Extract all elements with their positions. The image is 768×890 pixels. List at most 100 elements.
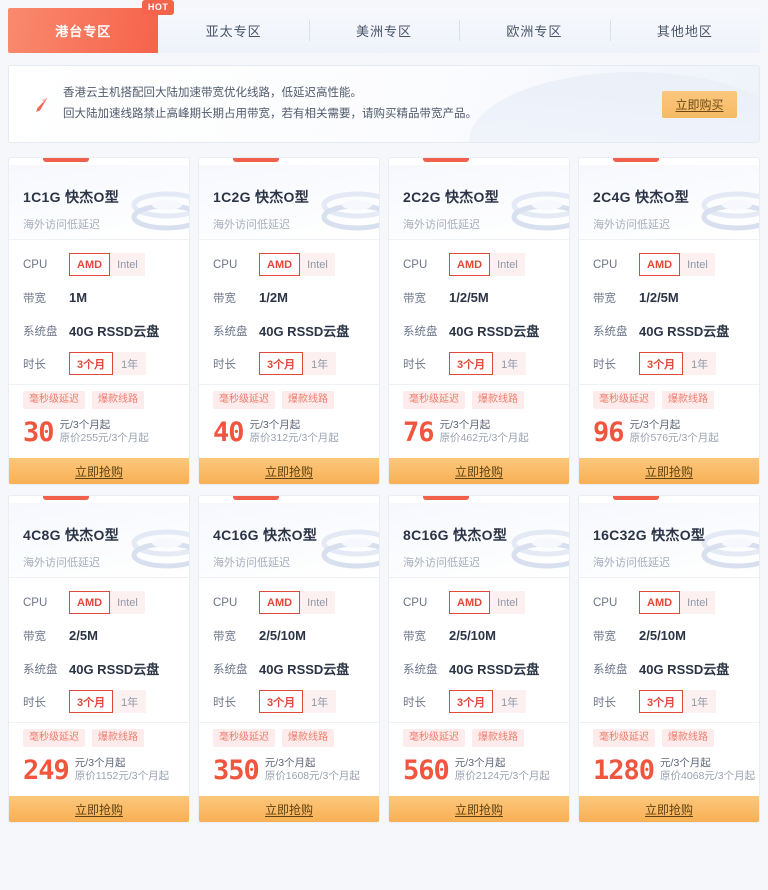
- price-original: 原价462元/3个月起: [439, 432, 529, 444]
- duration-option-1[interactable]: 1年: [303, 690, 337, 713]
- card-header: 4C16G 快杰O型 海外访问低延迟: [199, 503, 379, 577]
- price-row: 30 元/3个月起 原价255元/3个月起: [9, 409, 189, 458]
- spec-value-bandwidth: 1/2/5M: [449, 290, 489, 305]
- spec-label-cpu: CPU: [23, 258, 48, 271]
- spec-label-cpu: CPU: [593, 596, 618, 609]
- product-card[interactable]: 新客专享16C32G 快杰O型海外访问低延迟CPUAMDIntel带宽2/5/1…: [578, 495, 760, 823]
- product-card[interactable]: 新客专享2C4G 快杰O型海外访问低延迟CPUAMDIntel带宽1/2/5M系…: [578, 157, 760, 485]
- spec-value-disk: 40G RSSD云盘: [449, 324, 540, 339]
- buy-now-button[interactable]: 立即抢购: [9, 458, 189, 484]
- buy-now-button[interactable]: 立即抢购: [389, 458, 569, 484]
- cpu-option-amd[interactable]: AMD: [639, 253, 681, 276]
- duration-option-1[interactable]: 1年: [493, 352, 527, 375]
- region-tab-1[interactable]: 亚太专区: [158, 8, 308, 53]
- spec-label-duration: 时长: [403, 696, 426, 709]
- spec-row-duration: 时长 3个月 1年: [593, 685, 759, 718]
- cpu-selector[interactable]: AMD Intel: [449, 591, 525, 614]
- duration-option-1[interactable]: 1年: [113, 690, 147, 713]
- region-tab-4[interactable]: 其他地区: [609, 8, 760, 53]
- cpu-selector[interactable]: AMD Intel: [639, 591, 715, 614]
- cpu-option-amd[interactable]: AMD: [69, 591, 111, 614]
- spec-value-disk: 40G RSSD云盘: [69, 324, 160, 339]
- duration-option-0[interactable]: 3个月: [69, 352, 114, 375]
- region-tab-0[interactable]: 港台专区 HOT: [8, 0, 175, 53]
- spec-value-bandwidth: 2/5/10M: [259, 628, 306, 643]
- cpu-selector[interactable]: AMD Intel: [259, 253, 335, 276]
- buy-now-button[interactable]: 立即抢购: [9, 796, 189, 822]
- cpu-selector[interactable]: AMD Intel: [449, 253, 525, 276]
- spec-label-disk: 系统盘: [403, 325, 438, 338]
- duration-selector[interactable]: 3个月 1年: [69, 352, 147, 375]
- duration-option-1[interactable]: 1年: [683, 690, 717, 713]
- duration-selector[interactable]: 3个月 1年: [449, 352, 527, 375]
- cpu-selector[interactable]: AMD Intel: [69, 253, 145, 276]
- duration-selector[interactable]: 3个月 1年: [639, 352, 717, 375]
- cpu-option-amd[interactable]: AMD: [639, 591, 681, 614]
- spec-row-disk: 系统盘 40G RSSD云盘: [403, 314, 569, 347]
- duration-option-1[interactable]: 1年: [303, 352, 337, 375]
- region-tab-3[interactable]: 欧洲专区: [459, 8, 609, 53]
- spec-list: CPU AMD Intel 带宽 2/5/10M 系统盘 40G RSSD云盘 时长 3个月 1年: [199, 578, 379, 722]
- notice-buy-button[interactable]: 立即购买: [662, 90, 737, 118]
- cpu-option-intel[interactable]: Intel: [110, 591, 145, 614]
- buy-now-button[interactable]: 立即抢购: [199, 796, 379, 822]
- spec-label-disk: 系统盘: [213, 325, 248, 338]
- cpu-selector[interactable]: AMD Intel: [639, 253, 715, 276]
- duration-option-1[interactable]: 1年: [113, 352, 147, 375]
- duration-selector[interactable]: 3个月 1年: [449, 690, 527, 713]
- cpu-option-intel[interactable]: Intel: [490, 591, 525, 614]
- price-row: 560 元/3个月起 原价2124元/3个月起: [389, 747, 569, 796]
- cpu-option-intel[interactable]: Intel: [490, 253, 525, 276]
- cpu-option-amd[interactable]: AMD: [449, 253, 491, 276]
- region-tab-2[interactable]: 美洲专区: [308, 8, 459, 53]
- duration-option-0[interactable]: 3个月: [259, 352, 304, 375]
- card-header: 8C16G 快杰O型 海外访问低延迟: [389, 503, 569, 577]
- cpu-option-amd[interactable]: AMD: [449, 591, 491, 614]
- product-card[interactable]: 新客专享4C8G 快杰O型海外访问低延迟CPUAMDIntel带宽2/5M系统盘…: [8, 495, 190, 823]
- cpu-option-intel[interactable]: Intel: [300, 253, 335, 276]
- buy-now-button[interactable]: 立即抢购: [389, 796, 569, 822]
- cpu-option-amd[interactable]: AMD: [259, 591, 301, 614]
- product-subtitle: 海外访问低延迟: [213, 557, 290, 569]
- feature-tag: 爆款线路: [92, 391, 144, 409]
- buy-now-button[interactable]: 立即抢购: [579, 458, 759, 484]
- duration-option-1[interactable]: 1年: [493, 690, 527, 713]
- duration-option-0[interactable]: 3个月: [639, 352, 684, 375]
- buy-now-button[interactable]: 立即抢购: [579, 796, 759, 822]
- spec-label-cpu: CPU: [403, 596, 428, 609]
- duration-selector[interactable]: 3个月 1年: [69, 690, 147, 713]
- product-subtitle: 海外访问低延迟: [403, 219, 480, 231]
- cpu-option-intel[interactable]: Intel: [680, 591, 715, 614]
- spec-row-cpu: CPU AMD Intel: [403, 248, 569, 281]
- product-card[interactable]: 新客专享1C1G 快杰O型海外访问低延迟CPUAMDIntel带宽1M系统盘40…: [8, 157, 190, 485]
- duration-option-0[interactable]: 3个月: [449, 690, 494, 713]
- cpu-option-intel[interactable]: Intel: [680, 253, 715, 276]
- cpu-option-amd[interactable]: AMD: [69, 253, 111, 276]
- cpu-option-intel[interactable]: Intel: [300, 591, 335, 614]
- duration-option-0[interactable]: 3个月: [69, 690, 114, 713]
- card-top-marker: [613, 496, 659, 500]
- cpu-option-amd[interactable]: AMD: [259, 253, 301, 276]
- feature-tag: 毫秒级延迟: [403, 391, 465, 409]
- cpu-option-intel[interactable]: Intel: [110, 253, 145, 276]
- product-card[interactable]: 新客专享8C16G 快杰O型海外访问低延迟CPUAMDIntel带宽2/5/10…: [388, 495, 570, 823]
- cpu-selector[interactable]: AMD Intel: [259, 591, 335, 614]
- price-unit: 元/3个月起: [249, 419, 301, 431]
- product-card[interactable]: 新客专享4C16G 快杰O型海外访问低延迟CPUAMDIntel带宽2/5/10…: [198, 495, 380, 823]
- buy-now-button[interactable]: 立即抢购: [199, 458, 379, 484]
- card-top-marker: [613, 158, 659, 162]
- duration-option-1[interactable]: 1年: [683, 352, 717, 375]
- cpu-selector[interactable]: AMD Intel: [69, 591, 145, 614]
- duration-option-0[interactable]: 3个月: [639, 690, 684, 713]
- duration-option-0[interactable]: 3个月: [259, 690, 304, 713]
- price-amount: 560: [403, 755, 450, 786]
- region-tab-label: 港台专区: [55, 24, 112, 39]
- duration-selector[interactable]: 3个月 1年: [259, 352, 337, 375]
- spec-row-bandwidth: 带宽 2/5/10M: [213, 619, 379, 652]
- product-card[interactable]: 新客专享1C2G 快杰O型海外访问低延迟CPUAMDIntel带宽1/2M系统盘…: [198, 157, 380, 485]
- spec-value-bandwidth: 1M: [69, 290, 88, 305]
- duration-option-0[interactable]: 3个月: [449, 352, 494, 375]
- duration-selector[interactable]: 3个月 1年: [639, 690, 717, 713]
- product-card[interactable]: 新客专享2C2G 快杰O型海外访问低延迟CPUAMDIntel带宽1/2/5M系…: [388, 157, 570, 485]
- duration-selector[interactable]: 3个月 1年: [259, 690, 337, 713]
